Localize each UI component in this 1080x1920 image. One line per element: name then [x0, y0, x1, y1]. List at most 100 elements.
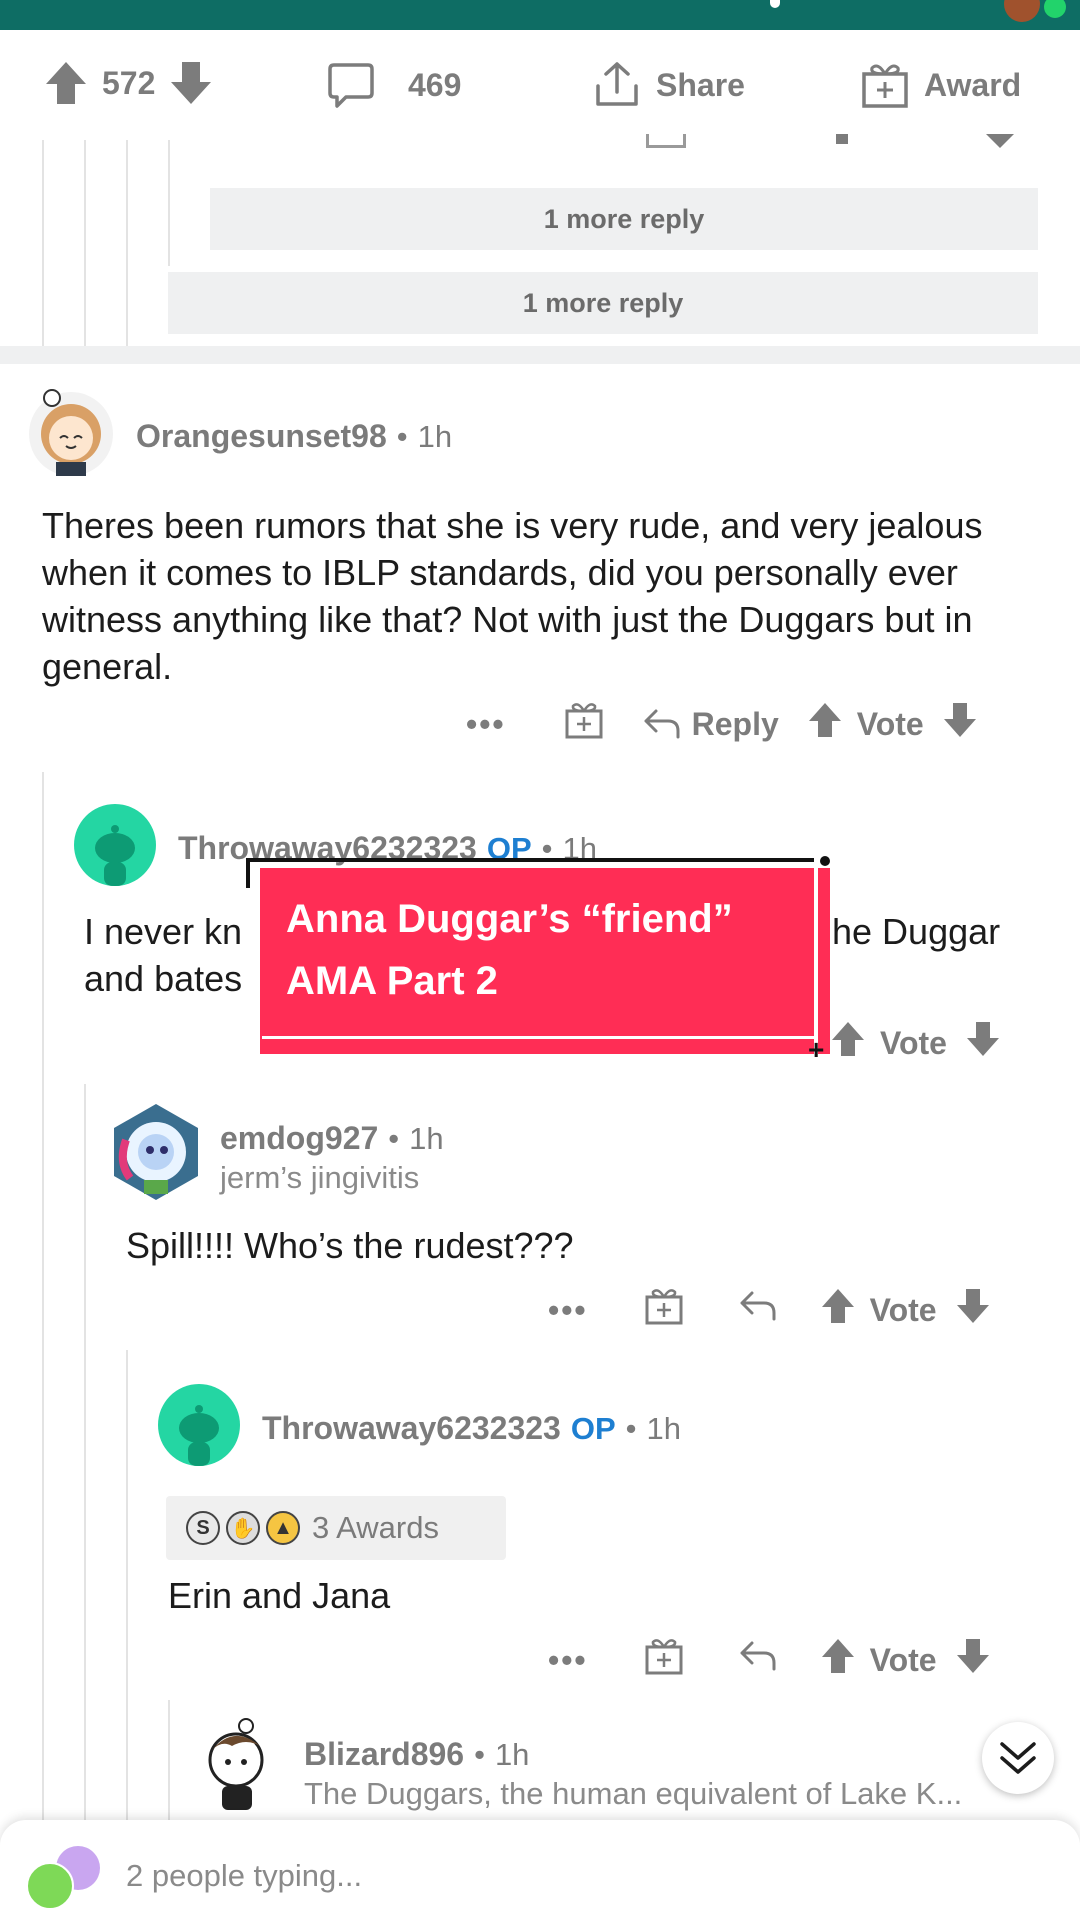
upvote-icon[interactable]	[820, 1637, 856, 1683]
thread-line[interactable]	[126, 1350, 128, 1820]
overlay-frame-edge	[246, 858, 818, 862]
user-flair: jerm’s jingivitis	[220, 1160, 420, 1195]
comments-button[interactable]: 469	[326, 60, 461, 110]
thread-line[interactable]	[84, 140, 86, 346]
more-options-icon[interactable]: •••	[548, 1642, 588, 1679]
gift-icon[interactable]	[646, 134, 686, 148]
comment-header: Blizard896 • 1h	[304, 1736, 529, 1773]
thread-line[interactable]	[84, 1084, 86, 1820]
downvote-icon[interactable]	[986, 134, 1014, 148]
meta-separator: •	[625, 1410, 637, 1446]
avatar[interactable]	[158, 1384, 240, 1466]
meta-separator: •	[388, 1120, 400, 1156]
thread-divider	[0, 346, 1080, 364]
double-chevron-down-icon	[1000, 1742, 1036, 1774]
reply-icon[interactable]	[738, 1639, 778, 1681]
more-replies-button[interactable]: 1 more reply	[168, 272, 1038, 334]
gold-award-icon: ▲	[266, 1511, 300, 1545]
more-options-icon[interactable]: •••	[548, 1292, 588, 1329]
handshake-award-icon: ✋	[226, 1511, 260, 1545]
post-action-bar: 572 469 Share Award	[0, 30, 1080, 140]
reply-button[interactable]: Reply	[642, 706, 779, 743]
share-label: Share	[656, 66, 745, 103]
more-replies-button[interactable]: 1 more reply	[210, 188, 1038, 250]
vote-label: Vote	[856, 705, 924, 742]
avatar[interactable]	[108, 1100, 204, 1204]
avatar[interactable]	[194, 1716, 276, 1814]
comment-actions: ••• Reply Vote	[466, 700, 978, 748]
upvote-icon[interactable]	[820, 1287, 856, 1333]
share-button[interactable]: Share	[592, 60, 745, 110]
thread-line[interactable]	[168, 1700, 170, 1820]
meta-separator: •	[474, 1736, 485, 1772]
vote-label: Vote	[869, 1291, 937, 1328]
timestamp: 1h	[494, 1736, 530, 1772]
vote-label: Vote	[869, 1641, 937, 1678]
award-button[interactable]: Award	[860, 60, 1021, 110]
downvote-icon[interactable]	[169, 60, 213, 106]
overlay-frame-edge	[262, 1036, 818, 1039]
vote-count: 572	[102, 64, 156, 101]
overlay-frame-edge	[814, 858, 818, 1058]
timestamp: 1h	[646, 1410, 681, 1446]
downvote-icon[interactable]	[965, 1020, 1001, 1066]
upvote-icon[interactable]	[44, 60, 88, 106]
gift-icon[interactable]	[564, 700, 604, 748]
comment-icon	[326, 60, 376, 110]
upvote-icon[interactable]	[836, 134, 848, 144]
overlay-title-line: AMA Part 2	[286, 959, 498, 1003]
op-badge: OP	[570, 1410, 616, 1446]
upvote-icon[interactable]	[807, 701, 843, 747]
gift-icon[interactable]	[644, 1636, 684, 1684]
comment-actions: Vote	[830, 1020, 1001, 1066]
upvote-icon[interactable]	[830, 1020, 866, 1066]
thread-line[interactable]	[42, 140, 44, 346]
downvote-icon[interactable]	[942, 701, 978, 747]
gift-icon	[860, 60, 910, 110]
award-label: Award	[924, 66, 1022, 103]
comment-header: emdog927 • 1h	[220, 1120, 444, 1157]
comment-body: Erin and Jana	[168, 1575, 391, 1616]
user-flair: The Duggars, the human equivalent of Lak…	[304, 1776, 963, 1811]
overlay-frame-edge	[246, 858, 250, 888]
timestamp: 1h	[417, 418, 453, 454]
reply-label: Reply	[691, 705, 779, 742]
reply-icon[interactable]	[738, 1289, 778, 1331]
silver-award-icon: S	[186, 1511, 220, 1545]
next-comment-button[interactable]	[982, 1722, 1054, 1794]
reply-icon	[644, 709, 680, 739]
top-bar	[0, 0, 1080, 30]
vote-group: 572	[44, 60, 213, 106]
comment-body: Spill!!!! Who’s the rudest???	[126, 1225, 574, 1266]
downvote-icon[interactable]	[955, 1287, 991, 1333]
username[interactable]: Orangesunset98	[136, 418, 387, 455]
comment-body: Theres been rumors that she is very rude…	[42, 505, 983, 687]
comment-header: Orangesunset98 • 1h	[136, 418, 452, 455]
avatar[interactable]	[26, 384, 116, 478]
thread-line[interactable]	[126, 140, 128, 346]
gift-icon[interactable]	[644, 1286, 684, 1334]
comment-actions: ••• Vote	[548, 1636, 991, 1684]
awards-bar[interactable]: S ✋ ▲ 3 Awards	[166, 1496, 506, 1560]
typing-indicator: 2 people typing...	[126, 1858, 363, 1893]
comment-body-part: and bates	[84, 958, 243, 999]
overlay-title-card[interactable]: Anna Duggar’s “friend” AMA Part 2	[260, 868, 830, 1054]
resize-handle-icon[interactable]: +	[808, 1036, 828, 1064]
comment-count: 469	[408, 66, 462, 103]
share-icon	[592, 60, 642, 110]
thread-line[interactable]	[168, 140, 170, 266]
downvote-icon[interactable]	[955, 1637, 991, 1683]
username[interactable]: Blizard896	[304, 1736, 464, 1773]
vote-label: Vote	[880, 1024, 947, 1061]
comment-actions: ••• Vote	[548, 1286, 991, 1334]
timestamp: 1h	[409, 1120, 444, 1156]
username[interactable]: Throwaway6232323	[262, 1410, 561, 1447]
username[interactable]: emdog927	[220, 1120, 378, 1157]
comment-header: Throwaway6232323 OP • 1h	[262, 1410, 681, 1447]
handle-dot-icon[interactable]	[820, 856, 830, 866]
more-options-icon[interactable]: •••	[466, 706, 506, 743]
avatar[interactable]	[74, 804, 156, 886]
comment-body-part: I never kn	[84, 911, 243, 952]
awards-count: 3 Awards	[312, 1510, 439, 1545]
thread-line[interactable]	[42, 772, 44, 1820]
